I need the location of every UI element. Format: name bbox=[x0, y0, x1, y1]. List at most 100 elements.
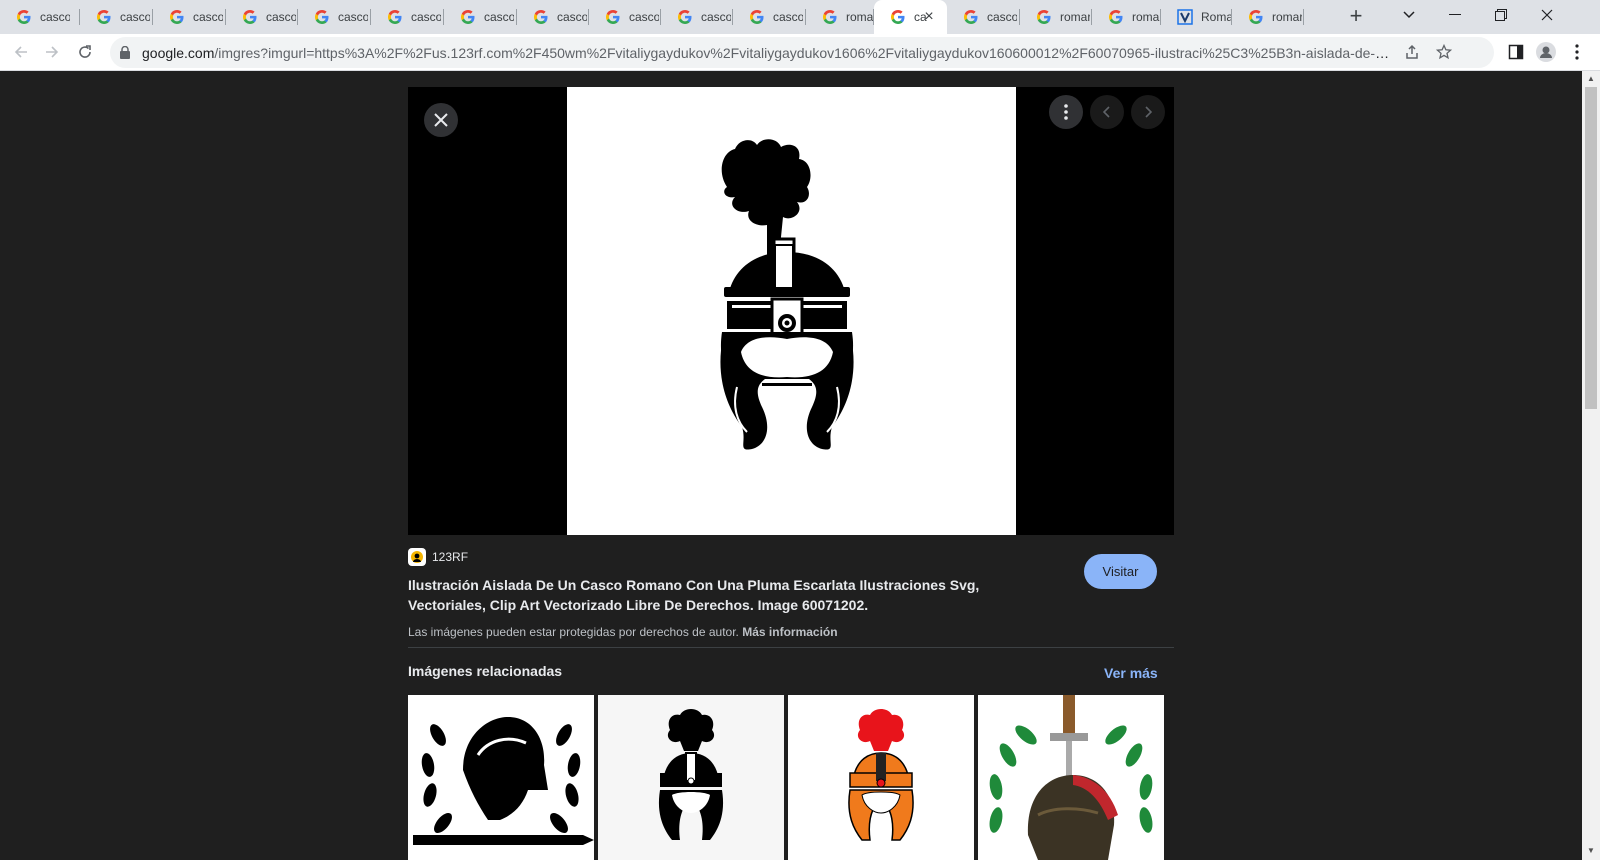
tab[interactable]: romar bbox=[1020, 0, 1092, 34]
preview-image[interactable] bbox=[567, 87, 1016, 535]
scroll-up-arrow-icon[interactable]: ▲ bbox=[1586, 74, 1596, 84]
back-button[interactable] bbox=[9, 40, 33, 64]
google-icon bbox=[1248, 9, 1264, 25]
next-image-button[interactable] bbox=[1131, 95, 1165, 129]
google-icon bbox=[169, 9, 185, 25]
google-icon bbox=[16, 9, 32, 25]
url-text: google.com/imgres?imgurl=https%3A%2F%2Fu… bbox=[142, 45, 1394, 61]
reload-icon bbox=[79, 45, 91, 58]
page-content: 123RF Ilustración Aislada De Un Casco Ro… bbox=[0, 71, 1582, 860]
image-source[interactable]: 123RF bbox=[408, 548, 468, 566]
forward-button[interactable] bbox=[40, 40, 64, 64]
scroll-down-arrow-icon[interactable]: ▼ bbox=[1586, 846, 1596, 856]
related-image-2[interactable] bbox=[598, 695, 784, 860]
address-bar[interactable]: google.com/imgres?imgurl=https%3A%2F%2Fu… bbox=[110, 37, 1494, 68]
copyright-notice: Las imágenes pueden estar protegidas por… bbox=[408, 625, 838, 639]
source-favicon-icon bbox=[408, 548, 426, 566]
tab[interactable]: casco bbox=[947, 0, 1020, 34]
tab-title: casco bbox=[266, 10, 296, 24]
image-title[interactable]: Ilustración Aislada De Un Casco Romano C… bbox=[408, 575, 1058, 615]
menu-button[interactable] bbox=[1565, 40, 1589, 64]
tab-title: romar bbox=[1272, 10, 1302, 24]
more-info-link[interactable]: Más información bbox=[742, 625, 837, 639]
page-scrollbar[interactable]: ▲ ▼ bbox=[1582, 71, 1600, 860]
close-window-button[interactable] bbox=[1524, 0, 1570, 30]
tab[interactable]: casco bbox=[517, 0, 589, 34]
v-icon bbox=[1177, 9, 1193, 25]
helmet-orange-thumbnail bbox=[788, 695, 974, 860]
related-image-4[interactable] bbox=[978, 695, 1164, 860]
tab-search-button[interactable] bbox=[1386, 0, 1432, 30]
tab[interactable]: romar bbox=[806, 0, 874, 34]
tab[interactable]: casco bbox=[0, 0, 80, 34]
tab[interactable]: casco bbox=[661, 0, 733, 34]
tab-strip: casco casco casco casco casco casco casco casco… bbox=[0, 0, 1600, 34]
source-name: 123RF bbox=[432, 550, 469, 564]
tab[interactable]: casco bbox=[298, 0, 371, 34]
side-panel-button[interactable] bbox=[1504, 40, 1528, 64]
google-icon bbox=[242, 9, 258, 25]
tab-separator bbox=[1303, 9, 1304, 25]
close-icon bbox=[434, 113, 448, 127]
tab-title: romar bbox=[846, 10, 874, 24]
bookmark-button[interactable] bbox=[1432, 40, 1456, 64]
kebab-menu-icon bbox=[1064, 104, 1068, 120]
star-icon bbox=[1436, 44, 1452, 60]
lock-icon bbox=[120, 46, 130, 59]
new-tab-button[interactable]: + bbox=[1344, 5, 1368, 29]
google-icon bbox=[749, 9, 765, 25]
share-icon bbox=[1406, 44, 1418, 59]
restore-button[interactable] bbox=[1478, 0, 1524, 30]
tab[interactable]: casco bbox=[589, 0, 661, 34]
google-icon bbox=[460, 9, 476, 25]
tab[interactable]: casco bbox=[371, 0, 444, 34]
google-icon bbox=[677, 9, 693, 25]
profile-button[interactable] bbox=[1534, 40, 1558, 64]
tab[interactable]: casco bbox=[226, 0, 298, 34]
google-icon bbox=[533, 9, 549, 25]
tab-title: casco bbox=[40, 10, 70, 24]
chevron-right-icon bbox=[1145, 106, 1152, 118]
related-image-3[interactable] bbox=[788, 695, 974, 860]
tab[interactable]: casco bbox=[444, 0, 517, 34]
tab-title: romar bbox=[1060, 10, 1090, 24]
tab-title: casco bbox=[987, 10, 1017, 24]
tab[interactable]: romar bbox=[1092, 0, 1161, 34]
tab[interactable]: casco bbox=[733, 0, 806, 34]
tab[interactable]: casco bbox=[153, 0, 226, 34]
scrollbar-thumb[interactable] bbox=[1585, 87, 1597, 409]
share-button[interactable] bbox=[1400, 40, 1424, 64]
helmet-black-thumbnail bbox=[598, 695, 784, 860]
arrow-left-icon bbox=[14, 46, 27, 58]
side-panel-icon bbox=[1508, 44, 1524, 60]
google-icon bbox=[1108, 9, 1124, 25]
google-icon bbox=[96, 9, 112, 25]
minimize-button[interactable] bbox=[1432, 0, 1478, 30]
image-preview-panel: 123RF Ilustración Aislada De Un Casco Ro… bbox=[396, 71, 1186, 860]
tab-title: romar bbox=[1132, 10, 1161, 24]
tab-title: casco bbox=[411, 10, 441, 24]
tab-title: Roma bbox=[1201, 10, 1231, 24]
arrow-right-icon bbox=[46, 46, 59, 58]
divider bbox=[408, 647, 1174, 648]
close-tab-icon[interactable]: × bbox=[921, 9, 937, 25]
visit-button[interactable]: Visitar bbox=[1084, 554, 1157, 589]
related-images-heading: Imágenes relacionadas bbox=[408, 663, 563, 679]
tab-title: casco bbox=[193, 10, 223, 24]
previous-image-button[interactable] bbox=[1090, 95, 1124, 129]
minimize-icon bbox=[1449, 14, 1461, 15]
reload-button[interactable] bbox=[73, 40, 97, 64]
tab-title: casco bbox=[120, 10, 150, 24]
see-more-link[interactable]: Ver más bbox=[1104, 665, 1158, 681]
google-icon bbox=[822, 9, 838, 25]
url-path: /imgres?imgurl=https%3A%2F%2Fus.123rf.co… bbox=[214, 45, 1394, 61]
tab[interactable]: Roma bbox=[1161, 0, 1232, 34]
tab[interactable]: romar bbox=[1232, 0, 1304, 34]
tab[interactable]: casco bbox=[80, 0, 153, 34]
more-options-button[interactable] bbox=[1049, 95, 1083, 129]
close-preview-button[interactable] bbox=[424, 103, 458, 137]
tab-title: casco bbox=[701, 10, 731, 24]
roman-helmet-image bbox=[720, 139, 854, 450]
tab-active[interactable]: ca × bbox=[874, 0, 947, 34]
related-image-1[interactable] bbox=[408, 695, 594, 860]
